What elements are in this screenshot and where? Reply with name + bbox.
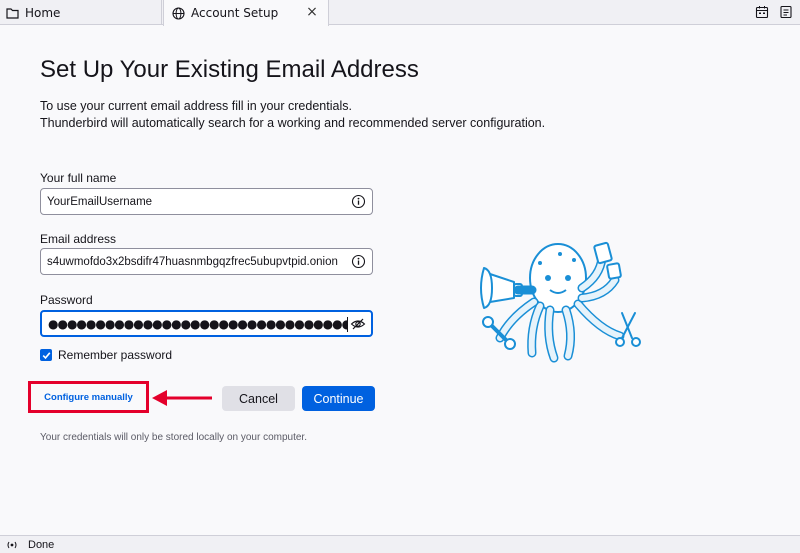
fullname-label: Your full name [40, 171, 117, 185]
cancel-button[interactable]: Cancel [222, 386, 295, 411]
info-icon[interactable] [351, 254, 366, 269]
password-label: Password [40, 293, 93, 307]
tab-account-setup[interactable]: Account Setup × [163, 0, 329, 26]
info-icon[interactable] [351, 194, 366, 209]
remember-password-checkbox[interactable]: Remember password [40, 348, 172, 362]
globe-icon [172, 6, 185, 20]
address-book-icon[interactable] [779, 5, 793, 19]
continue-button[interactable]: Continue [302, 386, 375, 411]
tab-bar: Home Account Setup × [0, 0, 800, 26]
tab-home-label: Home [25, 5, 61, 20]
status-text: Done [28, 538, 55, 551]
description-line-1: To use your current email address fill i… [40, 99, 352, 113]
octopus-mascot-icon [480, 241, 641, 363]
tab-account-label: Account Setup [191, 6, 279, 20]
annotation-arrow-icon [152, 390, 212, 406]
page-description: To use your current email address fill i… [40, 98, 545, 132]
fullname-input[interactable] [47, 195, 345, 208]
page-title: Set Up Your Existing Email Address [40, 56, 419, 83]
description-line-2: Thunderbird will automatically search fo… [40, 116, 546, 130]
password-field[interactable]: ●●●●●●●●●●●●●●●●●●●●●●●●●●●●●●●●●●● [40, 310, 373, 337]
text-cursor [347, 317, 348, 332]
folder-icon [6, 7, 19, 19]
status-bar: Done [0, 535, 800, 553]
email-field[interactable] [40, 248, 373, 275]
account-setup-page: Set Up Your Existing Email Address To us… [0, 26, 800, 535]
email-input[interactable] [47, 255, 345, 268]
close-icon[interactable]: × [304, 4, 320, 20]
checkmark-icon[interactable] [40, 349, 52, 361]
remember-password-label: Remember password [58, 348, 173, 362]
eye-slash-icon[interactable] [350, 316, 366, 332]
configure-manually-link[interactable]: Configure manually [28, 381, 149, 413]
tab-home[interactable]: Home [0, 0, 162, 25]
calendar-icon[interactable] [755, 5, 769, 19]
fullname-field[interactable] [40, 188, 373, 215]
credentials-note: Your credentials will only be stored loc… [40, 432, 307, 443]
activity-icon [7, 541, 17, 548]
password-input[interactable]: ●●●●●●●●●●●●●●●●●●●●●●●●●●●●●●●●●●● [48, 317, 348, 331]
email-label: Email address [40, 232, 117, 246]
